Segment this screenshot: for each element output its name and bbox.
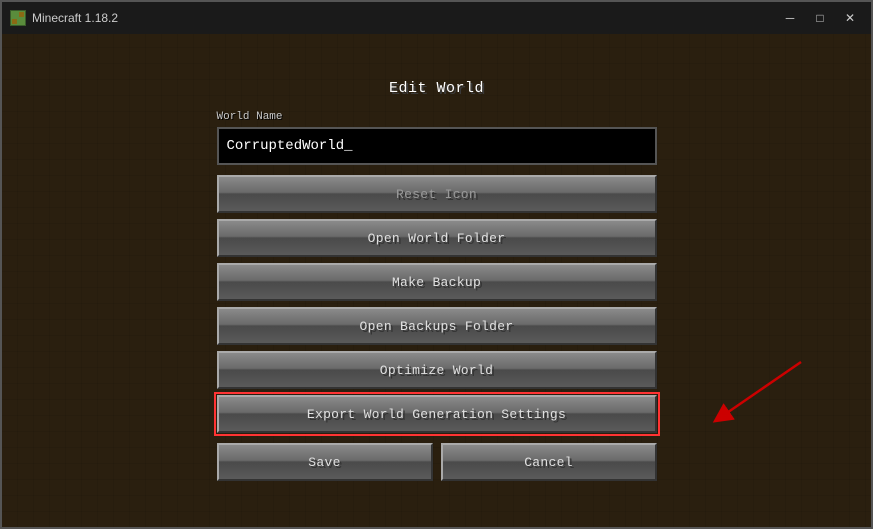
world-name-label: World Name — [217, 111, 283, 123]
title-bar: Minecraft 1.18.2 ─ □ ✕ — [2, 2, 871, 34]
title-bar-controls: ─ □ ✕ — [777, 8, 863, 28]
open-world-folder-button[interactable]: Open World Folder — [217, 219, 657, 257]
close-button[interactable]: ✕ — [837, 8, 863, 28]
maximize-button[interactable]: □ — [807, 8, 833, 28]
reset-icon-button[interactable]: Reset Icon — [217, 175, 657, 213]
app-title: Minecraft 1.18.2 — [32, 11, 118, 25]
open-backups-folder-button[interactable]: Open Backups Folder — [217, 307, 657, 345]
main-content: Edit World World Name Reset Icon Open Wo… — [2, 34, 871, 527]
export-world-generation-settings-button[interactable]: Export World Generation Settings — [217, 395, 657, 433]
bottom-buttons: Save Cancel — [217, 443, 657, 481]
title-bar-left: Minecraft 1.18.2 — [10, 10, 118, 26]
minimize-button[interactable]: ─ — [777, 8, 803, 28]
optimize-world-button[interactable]: Optimize World — [217, 351, 657, 389]
app-icon — [10, 10, 26, 26]
cancel-button[interactable]: Cancel — [441, 443, 657, 481]
save-button[interactable]: Save — [217, 443, 433, 481]
minecraft-window: Minecraft 1.18.2 ─ □ ✕ Edit World World … — [0, 0, 873, 529]
dialog-title: Edit World — [389, 80, 484, 97]
world-name-input[interactable] — [217, 127, 657, 165]
edit-world-dialog: Edit World World Name Reset Icon Open Wo… — [217, 80, 657, 481]
arrow-annotation — [691, 352, 811, 432]
make-backup-button[interactable]: Make Backup — [217, 263, 657, 301]
arrow-svg — [691, 352, 811, 432]
